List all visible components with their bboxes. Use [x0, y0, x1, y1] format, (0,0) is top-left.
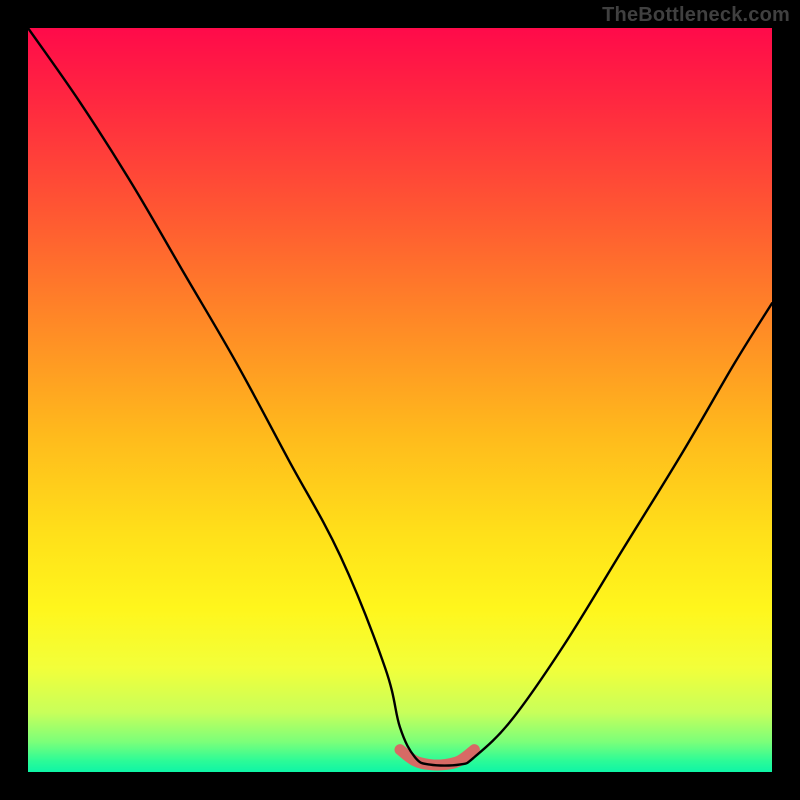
chart-frame: TheBottleneck.com	[0, 0, 800, 800]
plot-area	[28, 28, 772, 772]
chart-svg	[28, 28, 772, 772]
gradient-backdrop	[28, 28, 772, 772]
watermark-text: TheBottleneck.com	[602, 4, 790, 27]
